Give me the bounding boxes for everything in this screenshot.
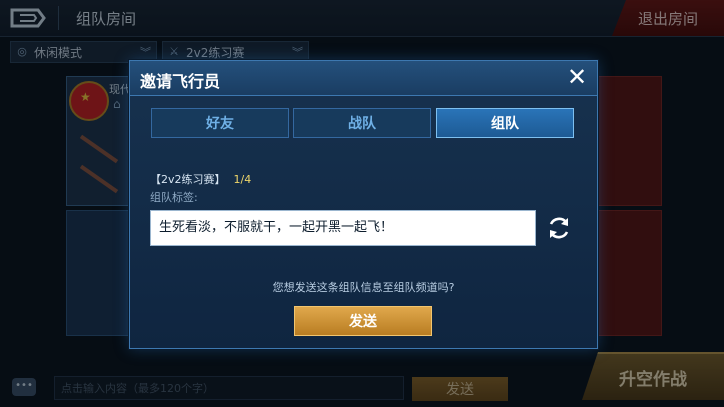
match-label: 【2v2练习赛】 [150,173,226,186]
refresh-icon[interactable] [544,213,574,243]
confirm-prompt: 您想发送这条组队信息至组队频道吗? [272,281,455,294]
dialog-header: 邀请飞行员 ✕ [130,61,597,96]
tab-friends[interactable]: 好友 [151,108,289,138]
tab-squadron[interactable]: 战队 [293,108,431,138]
dialog-title: 邀请飞行员 [140,72,221,91]
tab-team[interactable]: 组队 [436,108,574,138]
player-count: 1/4 [233,173,252,186]
team-message-field[interactable]: 生死看淡，不服就干，一起开黑一起飞！ [150,210,536,246]
send-button[interactable]: 发送 [294,306,432,336]
team-tag-label: 组队标签: [150,191,198,204]
invite-dialog: 邀请飞行员 ✕ 好友 战队 组队 【2v2练习赛】 1/4 组队标签: 生死看淡，… [129,60,598,349]
match-info: 【2v2练习赛】 1/4 [150,171,251,187]
close-icon[interactable]: ✕ [563,63,591,91]
